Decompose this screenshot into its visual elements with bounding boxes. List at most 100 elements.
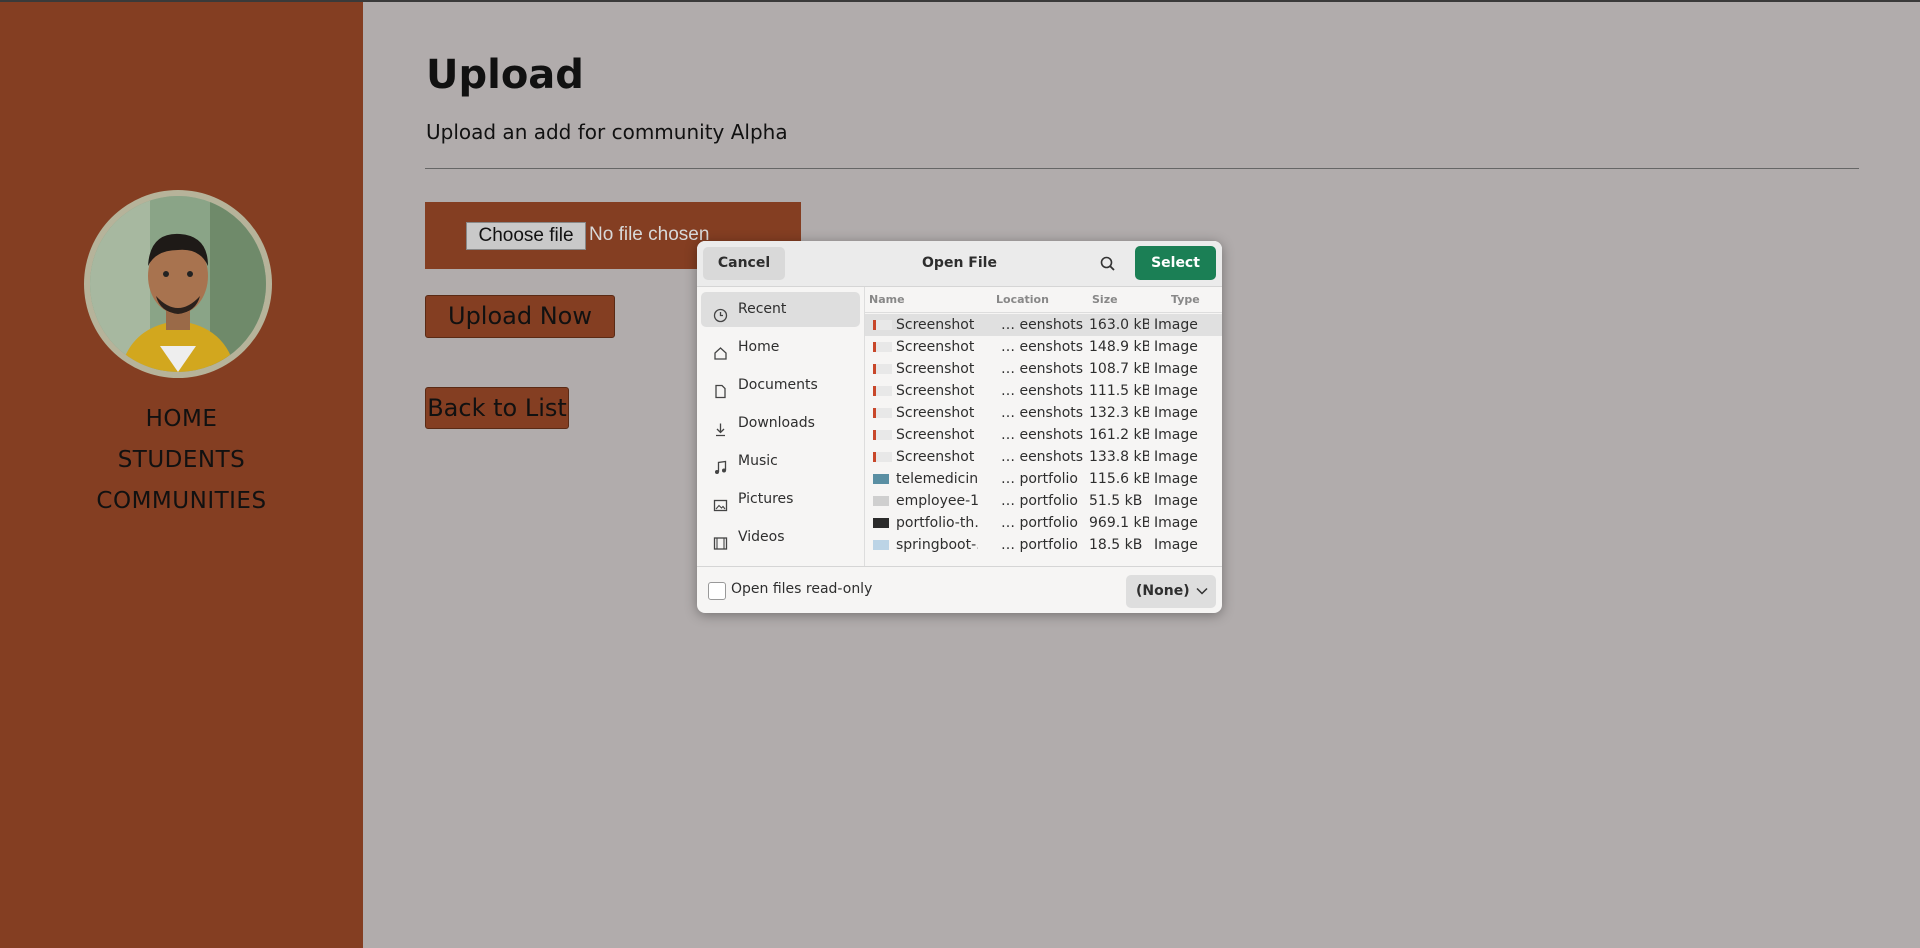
file-location: … eenshots: [1001, 339, 1084, 355]
file-type: Image: [1154, 317, 1198, 333]
place-label: Videos: [738, 529, 785, 545]
page-subtitle: Upload an add for community Alpha: [426, 120, 788, 144]
file-type: Image: [1154, 361, 1198, 377]
file-row[interactable]: employee-1… … portfolio 51.5 kB Image: [865, 490, 1222, 512]
file-thumbnail-icon: [873, 430, 892, 440]
file-row[interactable]: Screenshot … … eenshots 148.9 kB Image: [865, 336, 1222, 358]
column-size[interactable]: Size: [1092, 293, 1118, 306]
file-location: … portfolio: [1001, 515, 1078, 531]
file-row[interactable]: Screenshot … … eenshots 111.5 kB Image: [865, 380, 1222, 402]
file-row[interactable]: Screenshot … … eenshots 161.2 kB Image: [865, 424, 1222, 446]
file-name: Screenshot …: [896, 427, 978, 443]
place-recent[interactable]: Recent: [701, 292, 860, 327]
file-location: … eenshots: [1001, 405, 1084, 421]
readonly-checkbox[interactable]: [708, 582, 726, 600]
file-thumbnail-icon: [873, 452, 892, 462]
nav-students-link[interactable]: STUDENTS: [0, 440, 363, 481]
nav-home-link[interactable]: HOME: [0, 399, 363, 440]
open-file-dialog: Open File Cancel Select Recent Home Docu…: [697, 241, 1222, 613]
file-type: Image: [1154, 427, 1198, 443]
file-name: portfolio-th…: [896, 515, 978, 531]
places-sidebar: Recent Home Documents Downloads Music Pi…: [697, 287, 865, 566]
place-label: Music: [738, 453, 778, 469]
download-icon: [713, 416, 728, 437]
nav-communities-link[interactable]: COMMUNITIES: [0, 481, 363, 522]
file-thumbnail-icon: [873, 518, 889, 528]
cancel-button[interactable]: Cancel: [703, 247, 785, 280]
file-location: … eenshots: [1001, 361, 1084, 377]
search-icon[interactable]: [1099, 255, 1117, 273]
file-location: … eenshots: [1001, 449, 1084, 465]
file-name: Screenshot …: [896, 405, 978, 421]
filter-value: (None): [1136, 583, 1190, 599]
file-thumbnail-icon: [873, 364, 892, 374]
file-thumbnail-icon: [873, 540, 889, 550]
column-name[interactable]: Name: [869, 293, 905, 306]
file-type: Image: [1154, 383, 1198, 399]
file-location: … eenshots: [1001, 317, 1084, 333]
file-thumbnail-icon: [873, 474, 889, 484]
file-size: 51.5 kB: [1089, 493, 1143, 509]
file-type: Image: [1154, 537, 1198, 553]
file-size: 18.5 kB: [1089, 537, 1143, 553]
sidebar: HOME STUDENTS COMMUNITIES: [0, 2, 363, 948]
choose-file-button[interactable]: Choose file: [466, 222, 586, 250]
place-music[interactable]: Music: [701, 444, 860, 479]
back-to-list-button[interactable]: Back to List: [425, 387, 569, 429]
place-label: Documents: [738, 377, 818, 393]
file-location: … portfolio: [1001, 537, 1078, 553]
place-label: Recent: [738, 301, 787, 317]
file-name: Screenshot …: [896, 383, 978, 399]
file-size: 132.3 kB: [1089, 405, 1149, 421]
file-type: Image: [1154, 471, 1198, 487]
file-location: … eenshots: [1001, 383, 1084, 399]
file-row[interactable]: springboot-… … portfolio 18.5 kB Image: [865, 534, 1222, 556]
chevron-down-icon: [1196, 587, 1208, 595]
file-name: telemedicin…: [896, 471, 978, 487]
file-row[interactable]: Screenshot … … eenshots 133.8 kB Image: [865, 446, 1222, 468]
file-list-header: Name Location Size Type: [865, 287, 1222, 313]
file-row[interactable]: Screenshot … … eenshots 163.0 kB Image: [865, 314, 1222, 336]
place-videos[interactable]: Videos: [701, 520, 860, 555]
file-size: 133.8 kB: [1089, 449, 1149, 465]
file-size: 111.5 kB: [1089, 383, 1149, 399]
file-row[interactable]: telemedicin… … portfolio 115.6 kB Image: [865, 468, 1222, 490]
file-size: 161.2 kB: [1089, 427, 1149, 443]
dialog-header: Open File Cancel Select: [697, 241, 1222, 287]
readonly-label: Open files read-only: [731, 581, 873, 597]
place-label: Home: [738, 339, 780, 355]
file-thumbnail-icon: [873, 408, 892, 418]
dialog-footer: Open files read-only (None): [697, 566, 1222, 613]
file-type: Image: [1154, 339, 1198, 355]
file-name: employee-1…: [896, 493, 978, 509]
file-name: Screenshot …: [896, 317, 978, 333]
file-row[interactable]: portfolio-th… … portfolio 969.1 kB Image: [865, 512, 1222, 534]
avatar: [84, 190, 272, 378]
column-type[interactable]: Type: [1171, 293, 1200, 306]
file-row[interactable]: Screenshot … … eenshots 132.3 kB Image: [865, 402, 1222, 424]
select-button[interactable]: Select: [1135, 246, 1216, 280]
place-downloads[interactable]: Downloads: [701, 406, 860, 441]
place-documents[interactable]: Documents: [701, 368, 860, 403]
file-status-text: No file chosen: [589, 224, 710, 245]
place-home[interactable]: Home: [701, 330, 860, 365]
file-size: 108.7 kB: [1089, 361, 1149, 377]
sidebar-nav: HOME STUDENTS COMMUNITIES: [0, 399, 363, 522]
file-location: … eenshots: [1001, 427, 1084, 443]
clock-icon: [713, 302, 728, 323]
place-pictures[interactable]: Pictures: [701, 482, 860, 517]
file-type: Image: [1154, 515, 1198, 531]
column-location[interactable]: Location: [996, 293, 1049, 306]
file-thumbnail-icon: [873, 320, 892, 330]
home-icon: [713, 340, 728, 360]
file-thumbnail-icon: [873, 496, 889, 506]
avatar-photo: [90, 196, 266, 372]
file-filter-dropdown[interactable]: (None): [1126, 575, 1216, 608]
place-label: Downloads: [738, 415, 815, 431]
file-size: 115.6 kB: [1089, 471, 1149, 487]
upload-now-button[interactable]: Upload Now: [425, 295, 615, 338]
file-row[interactable]: Screenshot … … eenshots 108.7 kB Image: [865, 358, 1222, 380]
file-type: Image: [1154, 405, 1198, 421]
file-type: Image: [1154, 449, 1198, 465]
file-location: … portfolio: [1001, 471, 1078, 487]
